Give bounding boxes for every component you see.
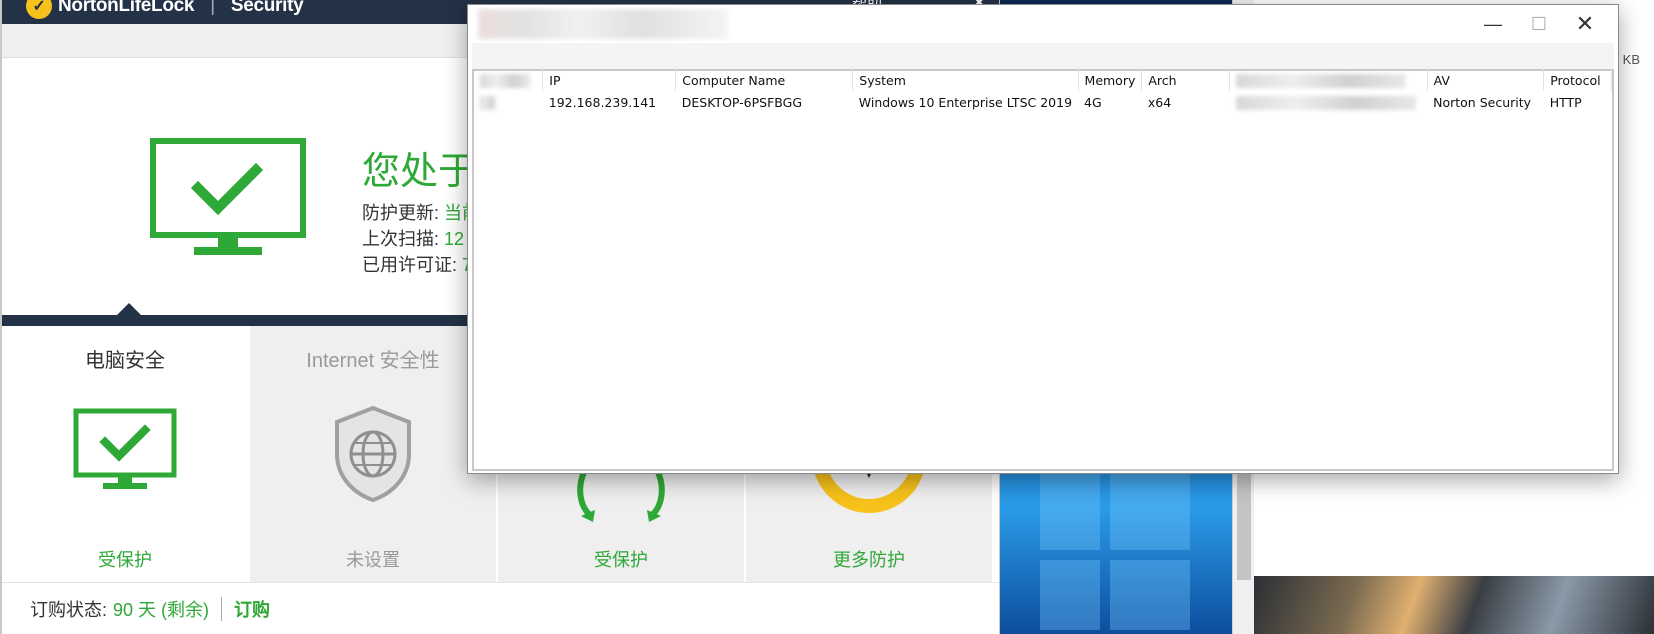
client-list-window: — ☐ ✕ IP Computer Name System Memory Arc… (467, 4, 1619, 474)
column-header-arch[interactable]: Arch (1141, 69, 1231, 91)
subscribe-link[interactable]: 订购 (234, 596, 270, 622)
cell-arch: x64 (1147, 94, 1172, 110)
redacted-header (480, 73, 530, 88)
footer-separator (221, 596, 223, 621)
tile-title: Internet 安全性 (306, 350, 440, 372)
client-table: IP Computer Name System Memory Arch AV P… (474, 69, 1612, 113)
redacted-value (480, 95, 496, 110)
wallpaper-pane (1110, 470, 1190, 550)
column-header-redacted[interactable] (1229, 69, 1428, 91)
cell-computer-name: DESKTOP-6PSFBGG (681, 94, 803, 110)
cell-redacted (1230, 91, 1427, 113)
product-name: Security (230, 0, 304, 16)
subscription-footer: 订购状态: 90 天 (剩余) 订购 (2, 582, 999, 634)
tile-status: 受保护 (594, 550, 648, 570)
maximize-button[interactable]: ☐ (1516, 5, 1562, 43)
days-remaining: 90 天 (剩余) (113, 599, 210, 620)
table-row[interactable]: 192.168.239.141 DESKTOP-6PSFBGG Windows … (474, 91, 1612, 113)
minimize-button[interactable]: — (1470, 5, 1516, 43)
norton-check-logo-icon: ✓ (26, 0, 52, 19)
column-header-system[interactable]: System (852, 69, 1079, 91)
close-button[interactable]: ✕ (1562, 5, 1608, 43)
logo-separator: | (210, 0, 215, 16)
cell-protocol: HTTP (1549, 94, 1582, 110)
column-header-memory[interactable]: Memory (1078, 69, 1143, 91)
client-list[interactable]: IP Computer Name System Memory Arch AV P… (472, 69, 1614, 471)
wallpaper-pane (1110, 560, 1190, 630)
cell-system: Windows 10 Enterprise LTSC 2019 (858, 94, 1073, 110)
cell-av: Norton Security (1433, 94, 1532, 110)
wallpaper-pane (1040, 470, 1100, 550)
cell-ip: 192.168.239.141 (548, 94, 657, 110)
cell-redacted (474, 91, 543, 113)
status-license-line: 已用许可证: 7 (362, 251, 480, 277)
monitor-check-icon (73, 408, 177, 489)
size-unit-label: KB (1622, 52, 1640, 67)
scrollbar-thumb[interactable] (1237, 470, 1251, 580)
redacted-header (1236, 73, 1407, 88)
column-header-redacted[interactable] (474, 69, 544, 91)
dialog-title-bar: — ☐ ✕ (468, 5, 1618, 43)
status-label: 防护更新: (362, 203, 440, 223)
tile-internet-security[interactable]: Internet 安全性 未设置 (250, 326, 498, 582)
dialog-toolbar-strip (472, 43, 1614, 69)
status-update-line: 防护更新: 当前 (362, 199, 480, 225)
column-header-ip[interactable]: IP (542, 69, 677, 91)
tile-title: 电脑安全 (85, 350, 165, 372)
cell-memory: 4G (1084, 94, 1102, 110)
status-label: 已用许可证: (362, 255, 458, 275)
brand-name: NortonLifeLock (58, 0, 195, 16)
status-label: 上次扫描: (362, 229, 440, 249)
shield-globe-icon (335, 405, 411, 503)
column-header-av[interactable]: AV (1427, 69, 1545, 91)
thumbnail-image (1254, 576, 1654, 634)
status-value: 12 (444, 229, 465, 249)
tile-device-security[interactable]: 电脑安全 受保护 (2, 326, 250, 582)
column-header-computer-name[interactable]: Computer Name (675, 69, 854, 91)
tile-status: 更多防护 (833, 550, 905, 570)
wallpaper-pane (1040, 560, 1100, 630)
tile-status: 未设置 (346, 550, 400, 570)
norton-logo: ✓ NortonLifeLock | Security (26, 0, 304, 20)
tile-status: 受保护 (98, 550, 152, 570)
protected-monitor-icon (150, 138, 306, 255)
table-header-row: IP Computer Name System Memory Arch AV P… (474, 69, 1612, 91)
sync-arrows-icon (577, 468, 665, 522)
subscription-label: 订购状态: (30, 599, 108, 620)
status-heading: 您处于 (362, 151, 477, 193)
column-header-protocol[interactable]: Protocol (1543, 69, 1612, 91)
status-scan-line: 上次扫描: 12 (362, 225, 480, 251)
redacted-value (1235, 95, 1416, 110)
redacted-title (478, 9, 728, 39)
protection-status: 您处于 防护更新: 当前 上次扫描: 12 已用许可证: 7 (362, 140, 480, 277)
